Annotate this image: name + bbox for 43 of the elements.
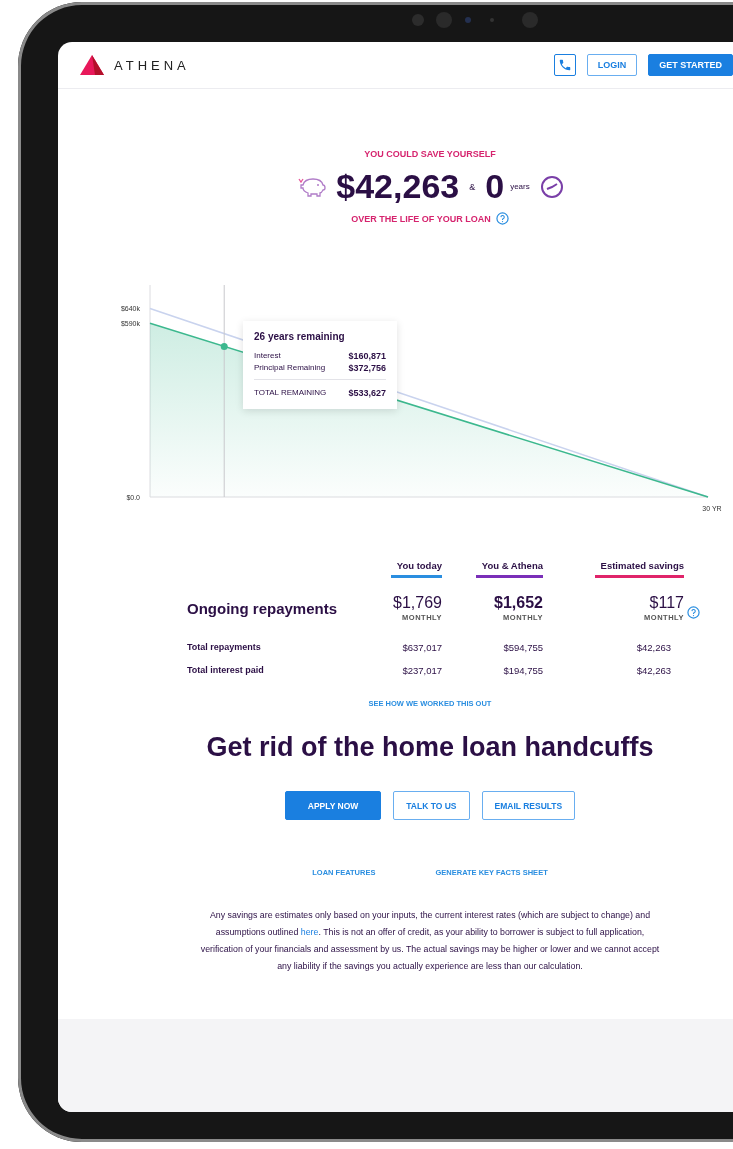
get-started-button[interactable]: GET STARTED xyxy=(648,54,733,76)
logo-text: ATHENA xyxy=(114,57,190,73)
table-cell-text: $42,263 xyxy=(635,641,672,655)
help-icon[interactable] xyxy=(687,606,700,619)
repayment-value: $117 xyxy=(649,594,684,612)
login-button[interactable]: LOGIN xyxy=(586,54,638,76)
loan-life-caption: OVER THE LIFE OF YOUR LOAN xyxy=(351,213,491,224)
disclaimer-text: Any savings are estimates only based on your inputs, the current interest rates (which are subject to change) and assumptions outlined here. This is not an offer of credit, as your ability to borrower is subject to full application, verification of your financials and assessment by us. The actual savings may be higher or lower and we cannot accept any liability if the savings you actually experience are less than our calculation. xyxy=(199,909,661,973)
column-header: Estimated savings xyxy=(594,560,684,578)
column-header: You & Athena xyxy=(475,560,543,578)
tooltip-value: $372,756 xyxy=(348,362,386,374)
row-label: Ongoing repayments xyxy=(187,599,339,619)
tooltip-label: Principal Remaining xyxy=(254,362,326,374)
tooltip-title: 26 years remaining xyxy=(254,331,346,342)
action-button[interactable]: TALK TO US xyxy=(393,791,470,820)
table-cell-text: $594,755 xyxy=(502,641,543,655)
table-cell-text: $194,755 xyxy=(502,664,543,678)
tooltip-label: TOTAL REMAINING xyxy=(254,387,327,399)
ampersand-text: & xyxy=(469,181,476,192)
phone-icon xyxy=(557,58,572,72)
years-saved: 0 xyxy=(485,167,505,206)
action-button[interactable]: APPLY NOW xyxy=(284,791,382,820)
phone-button[interactable] xyxy=(553,54,576,76)
table-cell-text: $237,017 xyxy=(401,664,442,678)
table-cell-text: $42,263 xyxy=(635,664,672,678)
repayment-value: $1,652 xyxy=(494,594,543,612)
headline: Get rid of the home loan handcuffs xyxy=(206,732,654,763)
years-unit: years xyxy=(510,182,530,191)
logo-icon xyxy=(80,55,104,75)
tooltip-label: Interest xyxy=(254,350,281,362)
action-button[interactable]: EMAIL RESULTS xyxy=(481,791,576,820)
row-label: Total repayments xyxy=(187,641,262,654)
row-label: Total interest paid xyxy=(187,664,265,677)
column-header: You today xyxy=(390,560,442,578)
help-icon[interactable] xyxy=(495,212,509,225)
savings-caption: YOU COULD SAVE YOURSELF xyxy=(364,149,496,159)
hover-cursor[interactable] xyxy=(220,284,228,498)
tooltip-value: $533,627 xyxy=(348,387,386,399)
tooltip-value: $160,871 xyxy=(348,350,386,362)
savings-amount: $42,263 xyxy=(336,167,460,206)
table-cell-text: $637,017 xyxy=(401,641,442,655)
repayment-value: $1,769 xyxy=(393,594,442,612)
clock-icon xyxy=(539,174,564,199)
